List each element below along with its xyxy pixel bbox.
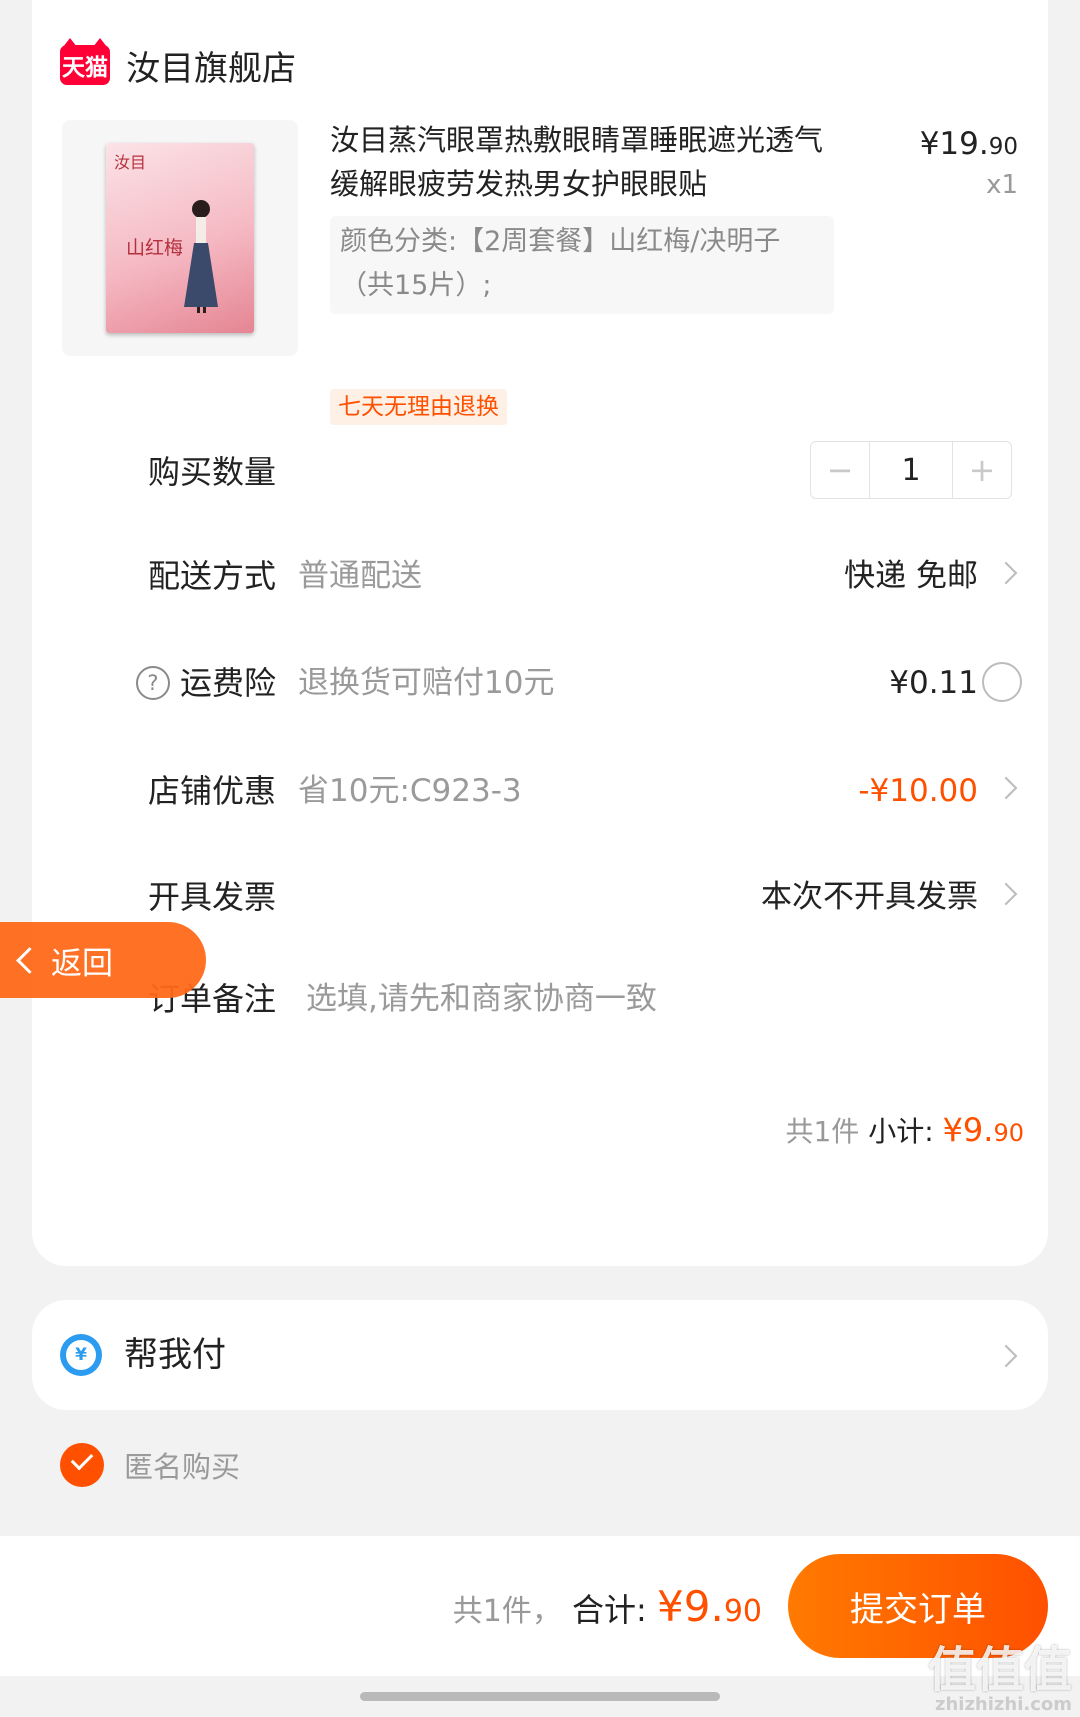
tmall-logo: 天猫 <box>60 38 110 85</box>
package-text: 山红梅 <box>126 237 184 259</box>
pay-icon-glyph: ¥ <box>66 1340 96 1370</box>
tmall-badge-text: 天猫 <box>62 55 108 81</box>
order-note-input[interactable]: 选填,请先和商家协商一致 <box>306 964 657 1034</box>
product-price-main: ¥19. <box>919 126 989 162</box>
watermark-text: 值值值 <box>927 1642 1072 1698</box>
coupon-discount: -¥10.00 <box>858 773 978 809</box>
subtotal-amount: ¥9.90 <box>943 1111 1024 1149</box>
anonymous-checkbox[interactable] <box>60 1443 104 1487</box>
invoice-row[interactable]: 开具发票 本次不开具发票 <box>32 862 1048 932</box>
total-label: 合计: <box>572 1591 647 1629</box>
back-button[interactable]: 返回 <box>0 922 206 998</box>
insurance-desc: 退换货可赔付10元 <box>298 665 555 701</box>
subtotal-label: 小计: <box>868 1115 934 1148</box>
package-brand: 汝目 <box>114 153 147 172</box>
product-sku[interactable]: 颜色分类:【2周套餐】山红梅/决明子（共15片）; <box>330 216 834 314</box>
shop-name[interactable]: 汝目旗舰店 <box>126 41 296 90</box>
total-amount-decimal: 90 <box>723 1594 762 1629</box>
chevron-right-icon <box>994 882 1018 906</box>
invoice-value: 本次不开具发票 <box>761 879 978 915</box>
help-icon[interactable]: ? <box>136 666 170 700</box>
product-title[interactable]: 汝目蒸汽眼罩热敷眼睛罩睡眠遮光透气缓解眼疲劳发热男女护眼眼贴 <box>330 118 830 206</box>
back-label: 返回 <box>51 945 113 982</box>
chevron-right-icon <box>994 561 1018 585</box>
delivery-value: 快递 免邮 <box>844 558 978 594</box>
delivery-type: 普通配送 <box>298 558 422 594</box>
anonymous-purchase[interactable]: 匿名购买 <box>60 1440 240 1490</box>
quantity-stepper: − 1 + <box>810 441 1012 499</box>
shipping-insurance-row: ? 运费险 退换货可赔付10元 ¥0.11 <box>32 648 1048 718</box>
bottom-bar: 共1件， 合计: ¥9.90 提交订单 <box>0 1536 1080 1676</box>
chevron-left-icon <box>16 946 43 974</box>
subtotal-count: 共1件 <box>785 1115 860 1148</box>
total-amount: ¥9.90 <box>657 1582 762 1631</box>
coupon-desc: 省10元:C923-3 <box>298 773 522 809</box>
product-price-decimal: 90 <box>988 134 1018 160</box>
product-price: ¥19.90 <box>920 126 1018 162</box>
help-pay-label: 帮我付 <box>124 1335 226 1375</box>
chevron-right-icon <box>994 776 1018 800</box>
girl-illustration <box>184 200 218 313</box>
anonymous-label: 匿名购买 <box>124 1450 241 1484</box>
quantity-row: 购买数量 − 1 + <box>32 437 1048 507</box>
delivery-label: 配送方式 <box>148 557 277 595</box>
total-amount-main: ¥9. <box>657 1582 724 1631</box>
coupon-row[interactable]: 店铺优惠 省10元:C923-3 -¥10.00 <box>32 756 1048 826</box>
insurance-price: ¥0.11 <box>889 665 978 701</box>
product-package-image: 汝目 山红梅 <box>106 143 254 333</box>
order-total: 共1件， 合计: ¥9.90 <box>453 1582 762 1631</box>
home-indicator[interactable] <box>360 1692 720 1701</box>
help-pay-row[interactable]: ¥ 帮我付 <box>32 1300 1048 1410</box>
watermark: 值值值 zhizhizhi.com <box>928 1630 1072 1715</box>
product-image[interactable]: 汝目 山红梅 <box>62 120 298 356</box>
watermark-sub: zhizhizhi.com <box>934 1694 1072 1715</box>
chevron-right-icon <box>994 1344 1018 1368</box>
quantity-value[interactable]: 1 <box>869 442 953 498</box>
decrease-button[interactable]: − <box>811 442 869 498</box>
subtotal-amount-main: ¥9. <box>942 1111 994 1149</box>
product-quantity: x1 <box>986 170 1018 200</box>
insurance-radio[interactable] <box>982 662 1022 702</box>
pay-icon: ¥ <box>60 1334 102 1376</box>
total-count: 共1件， <box>452 1594 562 1629</box>
return-policy-tag: 七天无理由退换 <box>330 389 507 425</box>
delivery-row[interactable]: 配送方式 普通配送 快递 免邮 <box>32 541 1048 611</box>
subtotal: 共1件 小计: ¥9.90 <box>785 1110 1024 1150</box>
coupon-label: 店铺优惠 <box>148 772 277 810</box>
increase-button[interactable]: + <box>953 442 1011 498</box>
order-card: 天猫 汝目旗舰店 汝目 山红梅 汝目蒸汽眼罩热敷眼睛罩睡眠遮光透气缓解眼疲劳发热… <box>32 0 1048 1266</box>
insurance-label: 运费险 <box>180 664 277 702</box>
quantity-label: 购买数量 <box>148 453 277 491</box>
subtotal-amount-decimal: 90 <box>993 1119 1024 1147</box>
shop-header[interactable]: 天猫 汝目旗舰店 <box>60 30 296 100</box>
